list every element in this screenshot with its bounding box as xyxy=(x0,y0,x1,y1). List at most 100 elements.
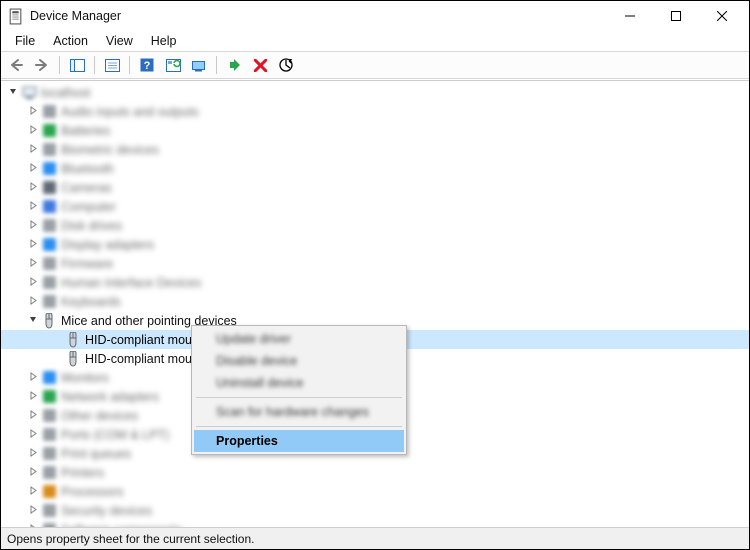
menu-help[interactable]: Help xyxy=(143,33,185,49)
toolbar-separator xyxy=(216,56,217,74)
tree-label: Other devices xyxy=(61,409,138,423)
tree-category[interactable]: Disk drives xyxy=(1,216,749,235)
tree-label: Audio inputs and outputs xyxy=(61,105,199,119)
expand-toggle[interactable] xyxy=(25,464,41,480)
expand-toggle[interactable] xyxy=(25,274,41,290)
device-tree[interactable]: localhost Audio inputs and outputs Batteri… xyxy=(1,81,749,527)
expand-toggle[interactable] xyxy=(25,312,41,328)
back-button[interactable] xyxy=(5,54,27,76)
tree-label: Monitors xyxy=(61,371,109,385)
tree-category[interactable]: Human Interface Devices xyxy=(1,273,749,292)
mouse-icon xyxy=(65,332,81,348)
expand-toggle[interactable] xyxy=(25,217,41,233)
expand-toggle[interactable] xyxy=(25,388,41,404)
tree-category[interactable]: Printers xyxy=(1,463,749,482)
expand-toggle[interactable] xyxy=(25,369,41,385)
tree-label: Cameras xyxy=(61,181,112,195)
expand-toggle[interactable] xyxy=(25,141,41,157)
context-menu: Update driver Disable device Uninstall d… xyxy=(191,325,407,455)
expand-toggle[interactable] xyxy=(25,293,41,309)
category-icon xyxy=(41,446,57,462)
tree-category[interactable]: Security devices xyxy=(1,501,749,520)
update-driver-button[interactable] xyxy=(188,54,210,76)
expand-toggle[interactable] xyxy=(25,122,41,138)
category-icon xyxy=(41,161,57,177)
menu-view[interactable]: View xyxy=(98,33,141,49)
maximize-button[interactable] xyxy=(653,1,699,31)
tree-category[interactable]: Cameras xyxy=(1,178,749,197)
tree-category[interactable]: Software components xyxy=(1,520,749,527)
close-button[interactable] xyxy=(699,1,745,31)
expand-toggle[interactable] xyxy=(25,160,41,176)
computer-icon xyxy=(21,85,37,101)
tree-label: HID-compliant mouse xyxy=(85,352,205,366)
expand-toggle[interactable] xyxy=(25,103,41,119)
expand-toggle[interactable] xyxy=(25,255,41,271)
tree-label: Keyboards xyxy=(61,295,121,309)
tree-label: Batteries xyxy=(61,124,110,138)
forward-button[interactable] xyxy=(31,54,53,76)
device-manager-icon xyxy=(7,8,24,25)
category-icon xyxy=(41,199,57,215)
show-hide-tree-button[interactable] xyxy=(66,54,88,76)
expand-toggle[interactable] xyxy=(25,236,41,252)
mouse-icon xyxy=(41,313,57,329)
statusbar: Opens property sheet for the current sel… xyxy=(1,527,749,549)
category-icon xyxy=(41,484,57,500)
category-icon xyxy=(41,408,57,424)
disable-device-button[interactable] xyxy=(275,54,297,76)
tree-label: Disk drives xyxy=(61,219,122,233)
tree-category[interactable]: Display adapters xyxy=(1,235,749,254)
toolbar: ? xyxy=(1,51,749,79)
tree-category[interactable]: Batteries xyxy=(1,121,749,140)
mouse-icon xyxy=(65,351,81,367)
context-menu-item-uninstall-device[interactable]: Uninstall device xyxy=(194,372,404,394)
toolbar-separator xyxy=(94,56,95,74)
help-button[interactable]: ? xyxy=(136,54,158,76)
window-title: Device Manager xyxy=(30,9,121,23)
tree-root[interactable]: localhost xyxy=(1,83,749,102)
expand-toggle xyxy=(49,350,65,366)
scan-hardware-button[interactable] xyxy=(162,54,184,76)
expand-toggle[interactable] xyxy=(25,483,41,499)
properties-button[interactable] xyxy=(101,54,123,76)
tree-category[interactable]: Audio inputs and outputs xyxy=(1,102,749,121)
tree-category[interactable]: Firmware xyxy=(1,254,749,273)
tree-label: Printers xyxy=(61,466,104,480)
menu-file[interactable]: File xyxy=(7,33,43,49)
context-menu-item-update-driver[interactable]: Update driver xyxy=(194,328,404,350)
tree-category[interactable]: Processors xyxy=(1,482,749,501)
expand-toggle[interactable] xyxy=(25,502,41,518)
expand-toggle[interactable] xyxy=(25,426,41,442)
minimize-button[interactable] xyxy=(607,1,653,31)
tree-label: Network adapters xyxy=(61,390,159,404)
tree-category[interactable]: Computer xyxy=(1,197,749,216)
context-menu-item-properties[interactable]: Properties xyxy=(194,430,404,452)
category-icon xyxy=(41,294,57,310)
expand-toggle[interactable] xyxy=(5,84,21,100)
enable-device-button[interactable] xyxy=(223,54,245,76)
category-icon xyxy=(41,465,57,481)
category-icon xyxy=(41,427,57,443)
category-icon xyxy=(41,370,57,386)
tree-label: Computer xyxy=(61,200,116,214)
context-menu-item-scan[interactable]: Scan for hardware changes xyxy=(194,401,404,423)
tree-label: Human Interface Devices xyxy=(61,276,201,290)
expand-toggle[interactable] xyxy=(25,445,41,461)
tree-label: Display adapters xyxy=(61,238,154,252)
menu-action[interactable]: Action xyxy=(45,33,96,49)
tree-label: Biometric devices xyxy=(61,143,159,157)
window-controls xyxy=(607,1,745,31)
tree-label: Print queues xyxy=(61,447,131,461)
uninstall-device-button[interactable] xyxy=(249,54,271,76)
tree-label: HID-compliant mouse xyxy=(85,333,205,347)
context-menu-separator xyxy=(196,426,402,427)
tree-category[interactable]: Bluetooth xyxy=(1,159,749,178)
expand-toggle[interactable] xyxy=(25,407,41,423)
context-menu-item-disable-device[interactable]: Disable device xyxy=(194,350,404,372)
context-menu-separator xyxy=(196,397,402,398)
expand-toggle[interactable] xyxy=(25,179,41,195)
tree-category[interactable]: Keyboards xyxy=(1,292,749,311)
tree-category[interactable]: Biometric devices xyxy=(1,140,749,159)
expand-toggle[interactable] xyxy=(25,198,41,214)
